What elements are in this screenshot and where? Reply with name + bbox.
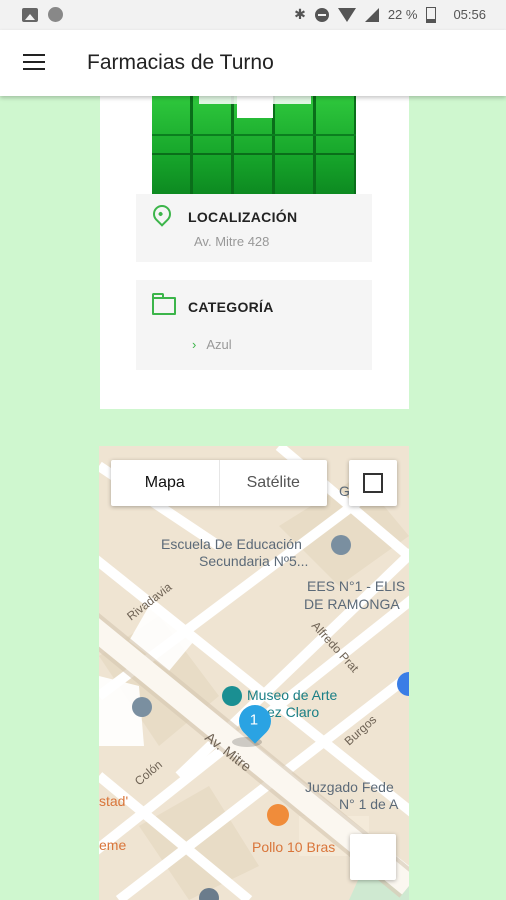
battery-percent: 22 % — [387, 7, 418, 22]
map-label-court1: Juzgado Fede — [305, 779, 394, 795]
fullscreen-button[interactable] — [349, 460, 397, 506]
map-label-pollo: Pollo 10 Bras — [252, 839, 335, 855]
map-view[interactable]: Escuela De Educación Secundaria Nº5... E… — [99, 446, 409, 900]
app-bar: Farmacias de Turno — [0, 30, 506, 96]
menu-icon[interactable] — [23, 54, 45, 72]
status-bar: ✱ 22 % 05:56 — [0, 0, 506, 30]
category-item[interactable]: › Azul — [192, 337, 232, 352]
battery-icon — [426, 6, 437, 23]
map-label-museum2: ez Claro — [267, 704, 319, 720]
image-notification-icon — [22, 7, 38, 22]
chevron-right-icon: › — [192, 337, 197, 352]
map-label-ees2: DE RAMONGA — [304, 596, 400, 612]
signal-icon — [364, 7, 379, 22]
map-type-mapa-button[interactable]: Mapa — [111, 460, 220, 506]
map-label-school: Escuela De Educación — [161, 536, 302, 552]
location-section: LOCALIZACIÓN Av. Mitre 428 — [136, 194, 372, 262]
category-item-label: Azul — [206, 337, 232, 352]
map-type-satellite-button[interactable]: Satélite — [220, 460, 328, 506]
map-label-school2: Secundaria Nº5... — [199, 553, 308, 569]
folder-icon — [152, 293, 176, 315]
page-title: Farmacias de Turno — [87, 51, 274, 74]
bluetooth-icon: ✱ — [294, 6, 306, 22]
map-label-eme: eme — [99, 837, 126, 853]
location-address: Av. Mitre 428 — [194, 234, 270, 249]
marker-label: 1 — [249, 711, 259, 729]
pharmacy-cross-image — [152, 96, 356, 194]
pharmacy-card: LOCALIZACIÓN Av. Mitre 428 CATEGORÍA › Az… — [100, 96, 409, 409]
map-label-stad: stad' — [99, 793, 128, 809]
category-label: CATEGORÍA — [188, 299, 274, 315]
do-not-disturb-icon — [314, 7, 329, 22]
location-pin-icon — [149, 201, 175, 227]
location-label: LOCALIZACIÓN — [188, 209, 298, 225]
map-label-ees1: EES N°1 - ELIS — [307, 578, 405, 594]
clock: 05:56 — [453, 7, 486, 22]
map-type-control: Mapa Satélite — [111, 460, 327, 506]
notification-dot-icon — [48, 7, 63, 22]
map-label-court2: N° 1 de A — [339, 796, 399, 812]
category-section: CATEGORÍA › Azul — [136, 280, 372, 370]
map-canvas[interactable]: Escuela De Educación Secundaria Nº5... E… — [99, 446, 409, 900]
map-label-museum1: Museo de Arte — [247, 687, 337, 703]
wifi-icon — [337, 7, 356, 22]
map-control-button[interactable] — [350, 834, 396, 880]
